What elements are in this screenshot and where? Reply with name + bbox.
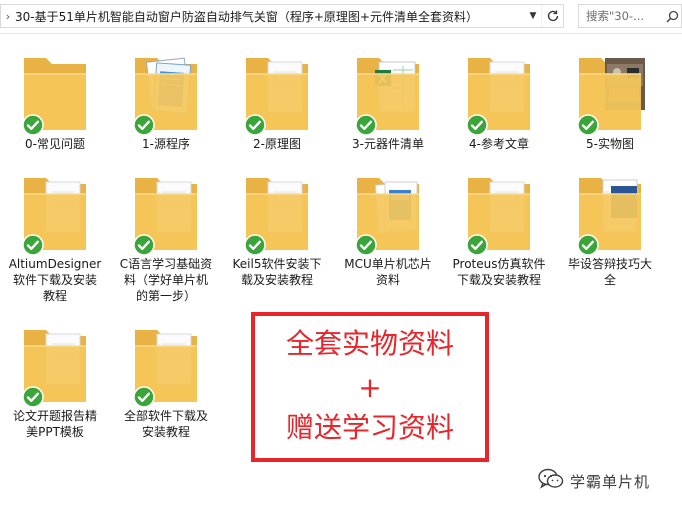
folder-with-files-icon[interactable] xyxy=(464,170,536,260)
path-separator-icon: › xyxy=(5,9,11,23)
folder-label-line: 0-常见问题 xyxy=(25,137,85,151)
folder-label-line: 全 xyxy=(603,273,616,287)
folder-label-line: AltiumDesigner xyxy=(8,257,102,271)
folder-label[interactable]: Proteus仿真软件 下载及安装教程 xyxy=(444,256,554,288)
folder-label-line: 3-元器件清单 xyxy=(352,137,424,151)
folder-label[interactable]: C语言学习基础资 料（学好单片机 的第一步） xyxy=(111,256,221,304)
folder-label-line: Proteus仿真软件 xyxy=(452,257,546,271)
folder-icon[interactable] xyxy=(20,50,92,140)
wechat-icon xyxy=(538,468,564,494)
folder-label-line: 教程 xyxy=(42,289,67,303)
refresh-icon[interactable] xyxy=(541,5,563,27)
folder-label-line: 论文开题报告精 xyxy=(12,409,97,423)
folder-with-files-icon[interactable] xyxy=(575,50,647,140)
folder-label-line: 毕设答辩技巧大 xyxy=(567,257,652,271)
folder-with-files-icon[interactable] xyxy=(20,322,92,412)
search-icon[interactable] xyxy=(663,10,681,23)
folder-with-files-icon[interactable] xyxy=(353,170,425,260)
promo-line-1: 全套实物资料 xyxy=(285,327,454,360)
file-explorer-window: › 30-基于51单片机智能自动窗户防盗自动排气关窗（程序+原理图+元件清单全套… xyxy=(0,0,682,510)
folder-label-line: 下载及安装教程 xyxy=(456,273,541,287)
search-placeholder[interactable]: 搜索"30-... xyxy=(579,8,663,24)
folder-with-files-icon[interactable] xyxy=(131,170,203,260)
folder-with-files-icon[interactable] xyxy=(131,322,203,412)
folder-label-line: 的第一步） xyxy=(135,289,196,303)
folder-label[interactable]: 0-常见问题 xyxy=(0,136,110,152)
folder-label[interactable]: AltiumDesigner 软件下载及安装 教程 xyxy=(0,256,110,304)
folder-label[interactable]: Keil5软件安装下 载及安装教程 xyxy=(222,256,332,288)
search-input[interactable]: 搜索"30-... xyxy=(578,4,682,28)
folder-with-files-icon[interactable] xyxy=(131,50,203,140)
address-toolbar: › 30-基于51单片机智能自动窗户防盗自动排气关窗（程序+原理图+元件清单全套… xyxy=(0,0,682,34)
folder-with-files-icon[interactable] xyxy=(242,170,314,260)
promo-box: 全套实物资料 + 赠送学习资料 xyxy=(251,312,489,462)
folder-label-line: 4-参考文章 xyxy=(469,137,529,151)
folder-with-files-icon[interactable] xyxy=(242,50,314,140)
folder-label-line: 1-源程序 xyxy=(142,137,190,151)
folder-label[interactable]: 2-原理图 xyxy=(222,136,332,152)
promo-line-3: 赠送学习资料 xyxy=(285,411,454,444)
folder-label[interactable]: 4-参考文章 xyxy=(444,136,554,152)
folder-label-line: 2-原理图 xyxy=(253,137,301,151)
folder-label-line: 美PPT模板 xyxy=(26,425,84,439)
folder-with-files-icon[interactable]: X xyxy=(353,50,425,140)
chevron-down-icon[interactable]: ▼ xyxy=(525,5,541,27)
folder-label-line: 载及安装教程 xyxy=(240,273,313,287)
folder-label-line: 软件下载及安装 xyxy=(12,273,97,287)
folder-label-line: C语言学习基础资 xyxy=(119,257,213,271)
folder-label[interactable]: 5-实物图 xyxy=(555,136,665,152)
watermark-text: 学霸单片机 xyxy=(570,472,651,491)
folder-label-line: 安装教程 xyxy=(141,425,190,439)
folder-label-line: 全部软件下载及 xyxy=(123,409,208,423)
folder-label-line: Keil5软件安装下 xyxy=(232,257,322,271)
folder-label[interactable]: 毕设答辩技巧大全 xyxy=(555,256,665,288)
folder-label-line: 资料 xyxy=(375,273,400,287)
folder-with-files-icon[interactable] xyxy=(20,170,92,260)
folder-label-line: 5-实物图 xyxy=(586,137,634,151)
folder-label[interactable]: 论文开题报告精 美PPT模板 xyxy=(0,408,110,440)
folder-label[interactable]: 3-元器件清单 xyxy=(333,136,443,152)
watermark: 学霸单片机 xyxy=(538,466,678,496)
folder-label[interactable]: 1-源程序 xyxy=(111,136,221,152)
folder-label-line: MCU单片机芯片 xyxy=(344,257,432,271)
folder-label[interactable]: 全部软件下载及 安装教程 xyxy=(111,408,221,440)
folder-with-files-icon[interactable] xyxy=(464,50,536,140)
address-bar[interactable]: › 30-基于51单片机智能自动窗户防盗自动排气关窗（程序+原理图+元件清单全套… xyxy=(0,4,564,28)
promo-line-2: + xyxy=(358,371,382,404)
address-path[interactable]: 30-基于51单片机智能自动窗户防盗自动排气关窗（程序+原理图+元件清单全套资料… xyxy=(15,8,525,25)
folder-label[interactable]: MCU单片机芯片 资料 xyxy=(333,256,443,288)
folder-label-line: 料（学好单片机 xyxy=(123,273,208,287)
folder-with-files-icon[interactable] xyxy=(575,170,647,260)
